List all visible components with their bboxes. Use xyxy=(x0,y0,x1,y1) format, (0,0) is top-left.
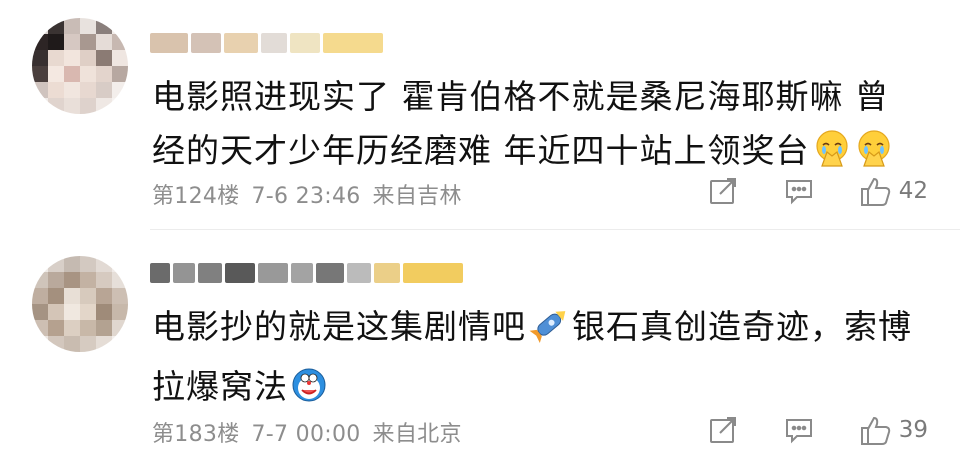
comment-location: 来自北京 xyxy=(372,422,462,447)
thumbs-up-icon[interactable] xyxy=(859,175,891,207)
comment-item: 电影照进现实了 霍肯伯格不就是桑尼海耶斯嘛 曾 经的天才少年历经磨难 年近四十站… xyxy=(0,0,960,228)
like-count: 42 xyxy=(898,178,928,204)
avatar[interactable] xyxy=(32,18,128,114)
comment-text-line: 拉爆窝法 xyxy=(152,367,288,406)
comment-actions: 39 xyxy=(707,414,928,446)
floor-number: 第183楼 xyxy=(152,422,240,447)
comment-actions: 42 xyxy=(707,175,928,207)
comment-text: 电影照进现实了 霍肯伯格不就是桑尼海耶斯嘛 曾 经的天才少年历经磨难 年近四十站… xyxy=(152,70,922,184)
comment-text-line: 电影抄的就是这集剧情吧 xyxy=(152,307,526,346)
username-blurred[interactable] xyxy=(150,260,530,286)
comment-date: 7-6 xyxy=(251,184,289,209)
comment-item: 电影抄的就是这集剧情吧 银石真创造奇迹，索博 拉爆窝法 第183楼 7-7 00:0… xyxy=(0,238,960,455)
username-blurred[interactable] xyxy=(150,30,395,56)
comment-time: 23:46 xyxy=(295,184,361,209)
comment-date: 7-7 xyxy=(251,422,289,447)
divider xyxy=(150,229,960,230)
comment-meta: 第183楼 7-7 00:00 来自北京 xyxy=(152,416,462,448)
thumbs-up-icon[interactable] xyxy=(859,414,891,446)
share-icon[interactable] xyxy=(707,414,739,446)
doraemon-emoji-icon xyxy=(290,366,328,420)
comment-text-line: 银石真创造奇迹，索博 xyxy=(572,307,912,346)
comment-icon[interactable] xyxy=(783,414,815,446)
comment-text-line: 电影照进现实了 霍肯伯格不就是桑尼海耶斯嘛 曾 xyxy=(152,77,889,116)
comment-location: 来自吉林 xyxy=(372,184,462,209)
floor-number: 第124楼 xyxy=(152,184,240,209)
comment-text: 电影抄的就是这集剧情吧 银石真创造奇迹，索博 拉爆窝法 xyxy=(152,300,922,420)
rocket-emoji-icon xyxy=(528,304,572,360)
like-count: 39 xyxy=(898,417,928,443)
avatar[interactable] xyxy=(32,256,128,352)
comment-icon[interactable] xyxy=(783,175,815,207)
comment-meta: 第124楼 7-6 23:46 来自吉林 xyxy=(152,178,462,210)
comment-text-line: 经的天才少年历经磨难 年近四十站上领奖台 xyxy=(152,131,810,170)
share-icon[interactable] xyxy=(707,175,739,207)
comment-time: 00:00 xyxy=(295,422,361,447)
